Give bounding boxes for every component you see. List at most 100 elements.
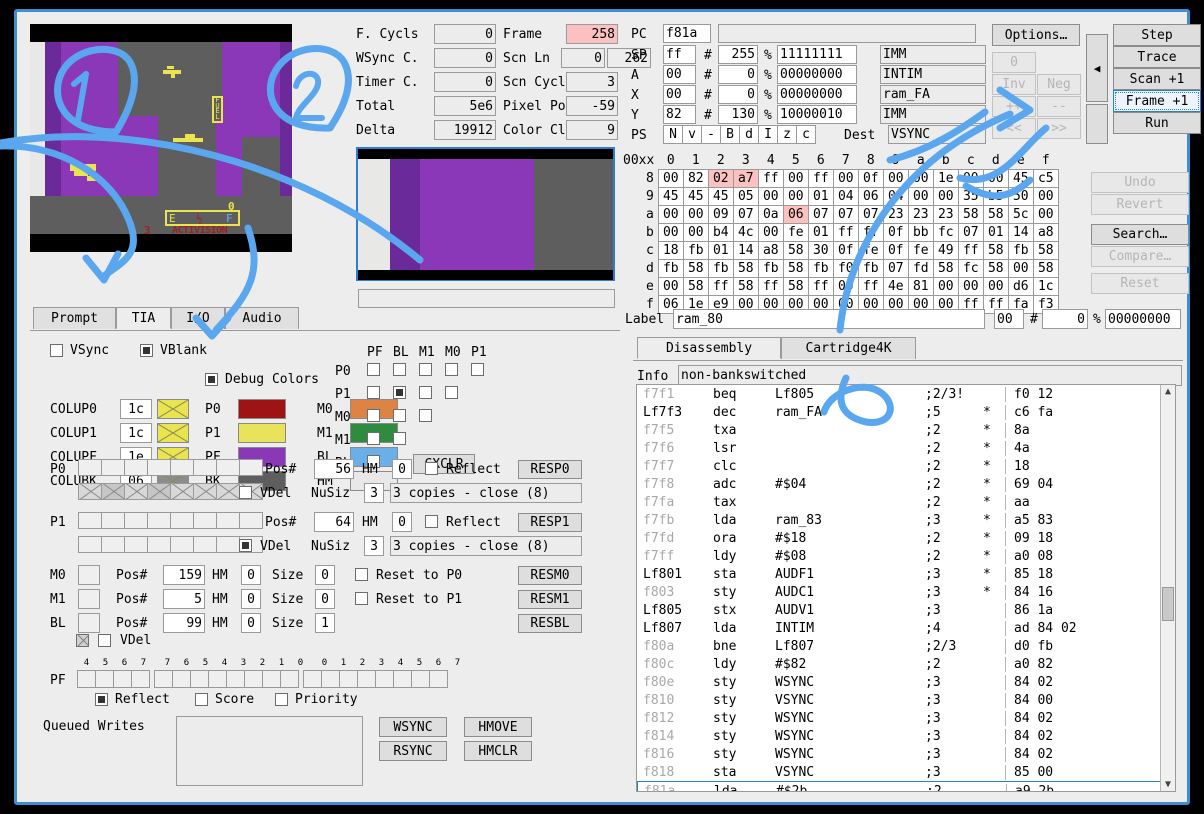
object-strobe-button[interactable]: RESM0 xyxy=(518,566,582,585)
pf-bit-cell[interactable] xyxy=(357,670,376,688)
status-value-field-2[interactable]: 0 xyxy=(561,48,605,68)
memory-cell[interactable]: a7 xyxy=(732,169,759,188)
disassembly-row[interactable]: f80a bne Lf807 ;2/3 d0 fb xyxy=(637,637,1162,655)
game-screen[interactable]: FUEL E F ½ 0 3 ACTIVISION xyxy=(30,24,292,252)
memory-cell[interactable]: 07 xyxy=(832,205,859,224)
object-size-field[interactable]: 1 xyxy=(315,613,335,633)
object-reset-box[interactable] xyxy=(355,592,368,605)
pf-bit-cell[interactable] xyxy=(262,670,281,688)
memory-cell[interactable]: 58 xyxy=(932,259,959,278)
pf-bit-cell[interactable] xyxy=(339,670,358,688)
gfx-old-bit[interactable] xyxy=(78,536,102,553)
status-value-field-2[interactable]: 9 xyxy=(566,120,618,140)
collision-checkbox[interactable] xyxy=(419,386,432,399)
memory-cell[interactable]: 00 xyxy=(832,169,859,188)
pf-bit-cell[interactable] xyxy=(172,670,191,688)
memory-cell[interactable]: 00 xyxy=(682,205,709,224)
object-strobe-button[interactable]: RESBL xyxy=(518,614,582,633)
disassembly-row[interactable]: f810 sty VSYNC ;3 84 00 xyxy=(637,691,1162,709)
memory-cell[interactable]: ff xyxy=(807,277,834,296)
tab-audio[interactable]: Audio xyxy=(225,307,299,329)
decrement-button[interactable]: -- xyxy=(1037,96,1081,117)
ps-flag-v[interactable]: v xyxy=(682,125,702,144)
object-hm-field[interactable]: 0 xyxy=(241,613,261,633)
memory-cell[interactable]: 01 xyxy=(807,223,834,242)
disassembly-row[interactable]: Lf7f3 dec ram_FA ;5 * c6 fa xyxy=(637,403,1162,421)
pf-bit-cell[interactable] xyxy=(303,670,322,688)
memory-cell[interactable]: 02 xyxy=(707,169,734,188)
memory-cell[interactable]: 00 xyxy=(682,223,709,242)
hmove-strobe-button[interactable]: HMOVE xyxy=(464,717,532,737)
memory-cell[interactable]: 58 xyxy=(782,277,809,296)
zero-button[interactable]: 0 xyxy=(992,52,1036,73)
scroll-up-arrow[interactable]: ▲ xyxy=(1161,386,1175,397)
memory-cell[interactable]: 58 xyxy=(682,259,709,278)
collapse-arrow-button-lower[interactable] xyxy=(1086,104,1108,144)
memory-cell[interactable]: fb xyxy=(707,259,734,278)
memory-cell[interactable]: 00 xyxy=(882,169,909,188)
collision-checkbox[interactable] xyxy=(367,363,380,376)
disassembly-row[interactable]: f803 sty AUDC1 ;3 * 84 16 xyxy=(637,583,1162,601)
memory-cell[interactable]: 45 xyxy=(682,187,709,206)
collision-checkbox[interactable] xyxy=(419,363,432,376)
gfx-old-bit[interactable] xyxy=(170,536,194,553)
ps-flag-B[interactable]: B xyxy=(720,125,740,144)
pf-bit-cell[interactable] xyxy=(226,670,245,688)
memory-cell[interactable]: ff xyxy=(857,223,884,242)
memory-cell[interactable]: ff xyxy=(957,241,984,260)
memory-cell[interactable]: fd xyxy=(907,259,934,278)
player-hm-field[interactable]: 0 xyxy=(392,512,412,532)
pf-bit-cell[interactable] xyxy=(131,670,150,688)
ball-vdel-box[interactable] xyxy=(98,634,111,647)
memory-cell[interactable]: 00 xyxy=(907,187,934,206)
gfx-old-bit[interactable] xyxy=(78,483,102,500)
register-bin-field[interactable]: 00000000 xyxy=(777,85,857,104)
memory-cell[interactable]: 01 xyxy=(707,241,734,260)
disassembly-list[interactable]: f7f1 beq Lf805 ;2/3! f0 12 Lf7f3 dec ram_FA ;5 * c… xyxy=(636,384,1176,792)
gfx-bit[interactable] xyxy=(124,512,148,529)
memory-cell[interactable]: 04 xyxy=(832,187,859,206)
undo-button[interactable]: Undo xyxy=(1091,172,1189,193)
inv-button[interactable]: Inv xyxy=(992,74,1036,95)
pf-reflect-checkbox[interactable]: Reflect xyxy=(95,692,170,707)
memory-cell[interactable]: 00 xyxy=(932,277,959,296)
options-button[interactable]: Options… xyxy=(992,24,1080,46)
collision-checkbox[interactable] xyxy=(471,363,484,376)
memory-cell[interactable]: fc xyxy=(932,223,959,242)
memory-cell[interactable]: 0f xyxy=(882,223,909,242)
ps-flag-d[interactable]: d xyxy=(739,125,759,144)
memory-cell[interactable]: 58 xyxy=(682,277,709,296)
memory-cell[interactable]: 4c xyxy=(732,223,759,242)
tab-prompt[interactable]: Prompt xyxy=(33,307,116,329)
collision-checkbox[interactable] xyxy=(445,363,458,376)
memory-cell[interactable]: fe xyxy=(857,241,884,260)
collision-checkbox[interactable] xyxy=(367,386,380,399)
pf-bit-cell[interactable] xyxy=(208,670,227,688)
memory-cell[interactable]: 14 xyxy=(732,241,759,260)
gfx-bit[interactable] xyxy=(124,459,148,476)
gfx-bit[interactable] xyxy=(193,512,217,529)
object-hm-field[interactable]: 0 xyxy=(241,565,261,585)
memory-cell[interactable]: 00 xyxy=(657,169,684,188)
disassembly-row[interactable]: f7fa tax ;2 * aa xyxy=(637,493,1162,511)
memory-cell[interactable]: ff xyxy=(707,277,734,296)
object-enable-cell[interactable] xyxy=(78,589,100,609)
memory-cell[interactable]: 00 xyxy=(957,169,984,188)
disassembly-row[interactable]: f7f8 adc #$04 ;2 * 69 04 xyxy=(637,475,1162,493)
pf-bit-cell[interactable] xyxy=(280,670,299,688)
compare-button[interactable]: Compare… xyxy=(1091,246,1189,267)
player-gfx-row[interactable] xyxy=(78,459,263,476)
ps-flag-N[interactable]: N xyxy=(663,125,683,144)
register-bin-field[interactable]: 00000000 xyxy=(777,65,857,84)
memory-cell[interactable]: 49 xyxy=(932,241,959,260)
register-hex-field[interactable]: 82 xyxy=(663,105,696,124)
memory-cell[interactable]: 00 xyxy=(657,223,684,242)
memory-cell[interactable]: 58 xyxy=(957,205,984,224)
memory-cell[interactable]: 07 xyxy=(732,205,759,224)
gfx-bit[interactable] xyxy=(101,512,125,529)
memory-cell[interactable]: 23 xyxy=(932,205,959,224)
debug-colors-checkbox[interactable]: Debug Colors xyxy=(205,372,319,387)
collision-checkbox[interactable] xyxy=(393,386,406,399)
memory-cell[interactable]: f0 xyxy=(832,259,859,278)
memory-cell[interactable]: 00 xyxy=(932,187,959,206)
